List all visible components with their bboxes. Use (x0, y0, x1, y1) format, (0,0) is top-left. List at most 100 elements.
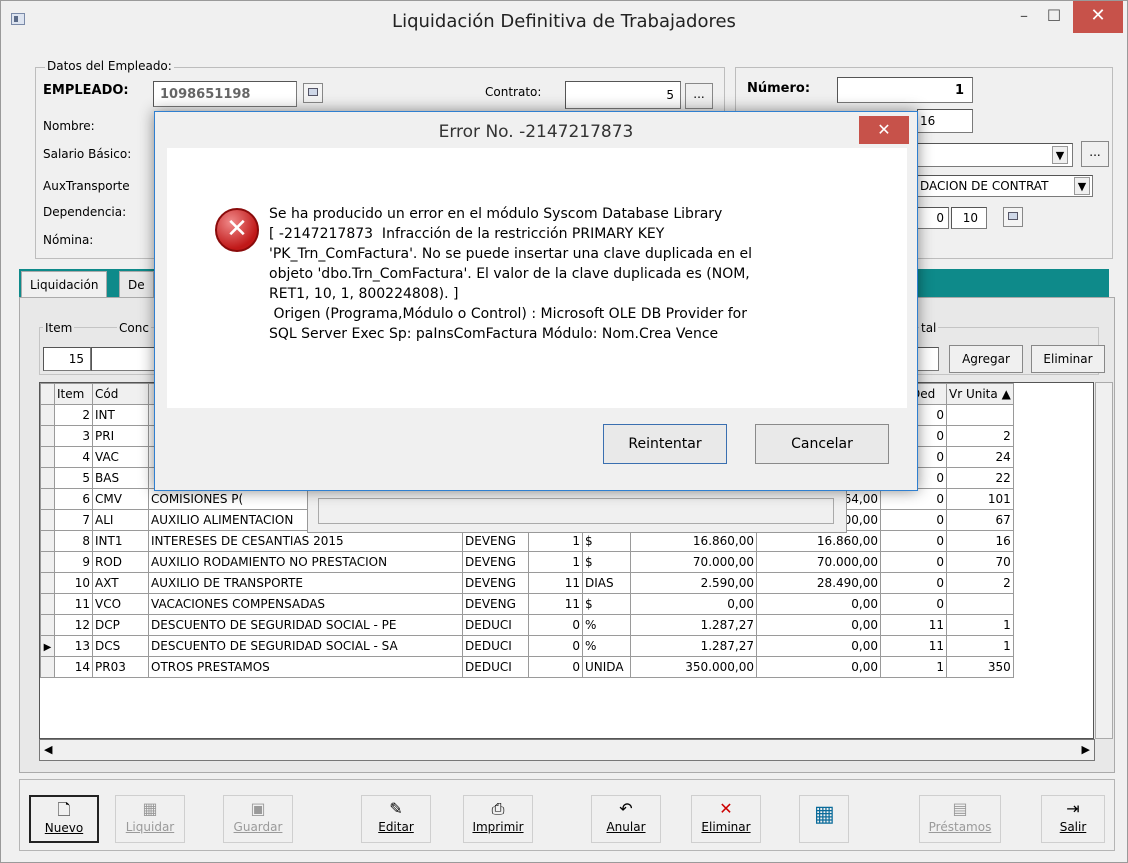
field-b[interactable]: 10 (951, 207, 987, 229)
cell-descripcion[interactable]: AUXILIO DE TRANSPORTE (148, 572, 463, 594)
cell-item[interactable]: 3 (54, 425, 93, 447)
maximize-button[interactable]: ☐ (1039, 1, 1069, 33)
row-selector[interactable] (40, 614, 55, 636)
search-icon[interactable] (1003, 207, 1023, 227)
cell-item[interactable]: 4 (54, 446, 93, 468)
cell-cantidad[interactable]: 1 (528, 551, 583, 573)
concepto-field[interactable] (91, 347, 155, 371)
cell-cantidad[interactable]: 1 (528, 530, 583, 552)
eliminar-button[interactable]: ✕ Eliminar (691, 795, 761, 843)
cell-item[interactable]: 9 (54, 551, 93, 573)
cell-cantidad[interactable]: 11 (528, 593, 583, 615)
cell-cantded[interactable]: 0 (880, 593, 947, 615)
cell-unidad[interactable]: % (582, 614, 631, 636)
row-selector[interactable] (40, 425, 55, 447)
cell-total[interactable]: 28.490,00 (756, 572, 881, 594)
cell-codigo[interactable]: DCS (92, 635, 149, 657)
cell-cantidad[interactable]: 0 (528, 656, 583, 678)
row-selector[interactable] (40, 446, 55, 468)
cell-codigo[interactable]: VCO (92, 593, 149, 615)
cell-descripcion[interactable]: DESCUENTO DE SEGURIDAD SOCIAL - SA (148, 635, 463, 657)
cell-descripcion[interactable]: VACACIONES COMPENSADAS (148, 593, 463, 615)
cell-unidad[interactable]: $ (582, 530, 631, 552)
cell-codigo[interactable]: PRI (92, 425, 149, 447)
error-dialog-close-button[interactable]: ✕ (859, 116, 909, 144)
table-row[interactable]: 11 VCO VACACIONES COMPENSADAS DEVENG 11 $0,00… (40, 593, 1014, 615)
cell-valor[interactable]: 16.860,00 (630, 530, 757, 552)
cell-descripcion[interactable]: OTROS PRESTAMOS (148, 656, 463, 678)
cell-codigo[interactable]: INT (92, 404, 149, 426)
imprimir-button[interactable]: ⎙ Imprimir (463, 795, 533, 843)
row-selector[interactable] (40, 467, 55, 489)
tab-detalle[interactable]: De (119, 271, 154, 297)
cell-total[interactable]: 70.000,00 (756, 551, 881, 573)
contrato-field[interactable]: 5 (565, 81, 681, 109)
cell-codigo[interactable]: PR03 (92, 656, 149, 678)
cell-tipo[interactable]: DEDUCI (462, 614, 529, 636)
liquidar-button[interactable]: ▦ Liquidar (115, 795, 185, 843)
cell-codigo[interactable]: ALI (92, 509, 149, 531)
cell-vrunitario[interactable]: 350 (946, 656, 1014, 678)
salir-button[interactable]: ⇥ Salir (1041, 795, 1105, 843)
combo-lookup-button[interactable]: ... (1081, 141, 1109, 167)
calculadora-button[interactable]: ▦ (799, 795, 849, 843)
cell-cantidad[interactable]: 0 (528, 614, 583, 636)
cell-unidad[interactable]: $ (582, 551, 631, 573)
cell-item[interactable]: 12 (54, 614, 93, 636)
cell-tipo[interactable]: DEDUCI (462, 656, 529, 678)
row-selector[interactable] (40, 656, 55, 678)
row-selector[interactable] (40, 593, 55, 615)
cell-valor[interactable]: 350.000,00 (630, 656, 757, 678)
cell-total[interactable]: 0,00 (756, 656, 881, 678)
row-selector[interactable]: ▶ (40, 635, 55, 657)
cell-item[interactable]: 11 (54, 593, 93, 615)
search-employee-icon[interactable] (303, 83, 323, 103)
cell-total[interactable]: 0,00 (756, 635, 881, 657)
cell-vrunitario[interactable]: 1 (946, 635, 1014, 657)
cell-vrunitario[interactable]: 22 (946, 467, 1014, 489)
cell-tipo[interactable]: DEVENG (462, 593, 529, 615)
cell-item[interactable]: 8 (54, 530, 93, 552)
agregar-button[interactable]: Agregar (949, 345, 1023, 373)
cell-total[interactable]: 0,00 (756, 614, 881, 636)
cell-codigo[interactable]: DCP (92, 614, 149, 636)
cell-vrunitario[interactable]: 2 (946, 425, 1014, 447)
minimize-button[interactable]: – (1009, 1, 1039, 33)
tab-liquidacion[interactable]: Liquidación (21, 271, 108, 297)
nuevo-button[interactable]: 🗋 Nuevo (29, 795, 99, 843)
row-selector[interactable] (40, 404, 55, 426)
eliminar-detail-button[interactable]: Eliminar (1031, 345, 1105, 373)
cell-codigo[interactable]: CMV (92, 488, 149, 510)
table-row[interactable]: 9 ROD AUXILIO RODAMIENTO NO PRESTACION DEVE… (40, 551, 1014, 573)
row-selector[interactable] (40, 572, 55, 594)
cell-descripcion[interactable]: AUXILIO RODAMIENTO NO PRESTACION (148, 551, 463, 573)
cell-vrunitario[interactable]: 70 (946, 551, 1014, 573)
cell-total[interactable]: 0,00 (756, 593, 881, 615)
cell-codigo[interactable]: INT1 (92, 530, 149, 552)
row-selector[interactable] (40, 509, 55, 531)
cell-tipo[interactable]: DEVENG (462, 572, 529, 594)
cell-vrunitario[interactable]: 16 (946, 530, 1014, 552)
cell-vrunitario[interactable] (946, 593, 1014, 615)
item-field[interactable]: 15 (43, 347, 91, 371)
combo-chevron-down-icon[interactable]: ▼ (1052, 146, 1068, 164)
cell-unidad[interactable]: DIAS (582, 572, 631, 594)
cell-descripcion[interactable]: INTERESES DE CESANTIAS 2015 (148, 530, 463, 552)
cell-descripcion[interactable]: DESCUENTO DE SEGURIDAD SOCIAL - PE (148, 614, 463, 636)
cell-cantded[interactable]: 11 (880, 635, 947, 657)
table-row[interactable]: 12 DCP DESCUENTO DE SEGURIDAD SOCIAL - PE D… (40, 614, 1014, 636)
cell-codigo[interactable]: ROD (92, 551, 149, 573)
cell-item[interactable]: 14 (54, 656, 93, 678)
table-row[interactable]: 10 AXT AUXILIO DE TRANSPORTE DEVENG 11 DIAS 2.… (40, 572, 1014, 594)
cell-valor[interactable]: 0,00 (630, 593, 757, 615)
cell-valor[interactable]: 1.287,27 (630, 635, 757, 657)
cell-cantidad[interactable]: 11 (528, 572, 583, 594)
cell-item[interactable]: 13 (54, 635, 93, 657)
cell-vrunitario[interactable]: 1 (946, 614, 1014, 636)
table-row[interactable]: ▶ 13 DCS DESCUENTO DE SEGURIDAD SOCIAL - SA… (40, 635, 1014, 657)
cell-tipo[interactable]: DEVENG (462, 530, 529, 552)
cell-cantded[interactable]: 11 (880, 614, 947, 636)
header-vrunitario[interactable]: Vr Unita ▲ (946, 383, 1014, 405)
combo-field[interactable]: ▼ (917, 143, 1073, 167)
row-selector[interactable] (40, 488, 55, 510)
